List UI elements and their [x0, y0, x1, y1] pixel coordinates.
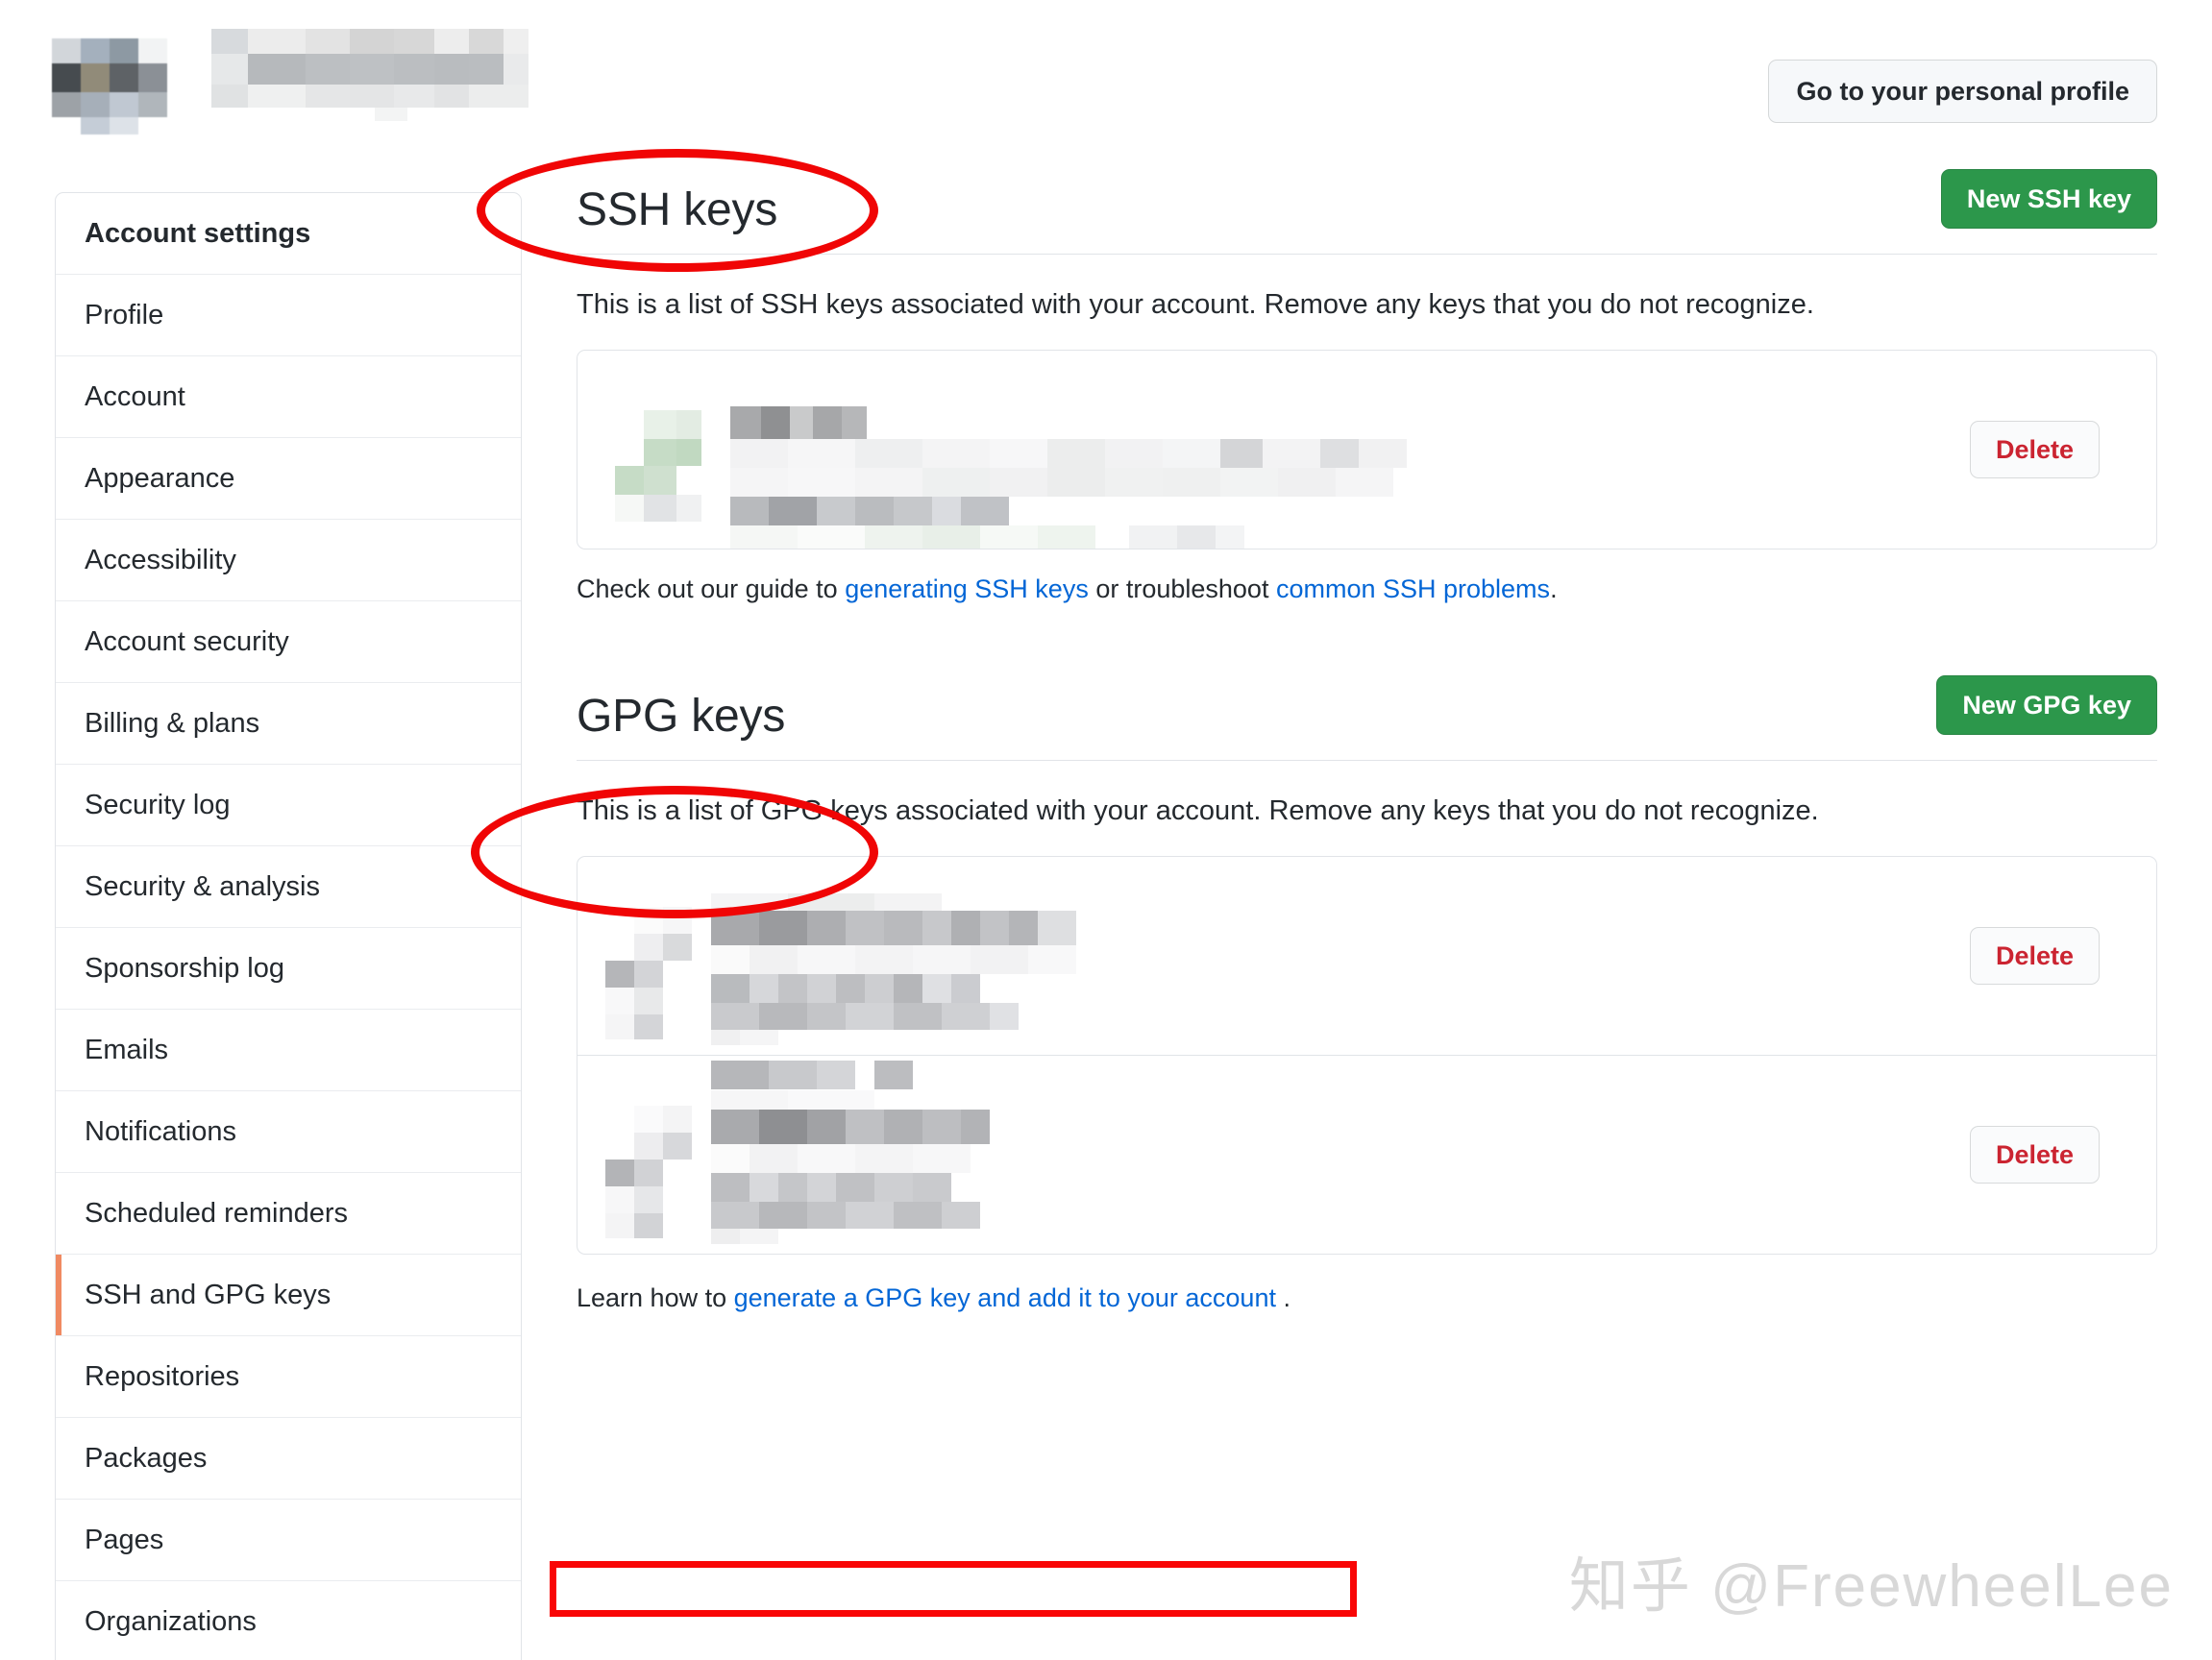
gpg-key-content-redacted [605, 1083, 1970, 1244]
generating-ssh-keys-link[interactable]: generating SSH keys [845, 574, 1089, 603]
delete-gpg-key-button[interactable]: Delete [1969, 927, 2100, 985]
sidebar-item-label: SSH and GPG keys [85, 1279, 332, 1310]
sidebar-item-pages[interactable]: Pages [56, 1500, 521, 1581]
watermark: 知乎 @FreewheelLee [1568, 1553, 2174, 1620]
gpg-footnote-prefix: Learn how to [577, 1283, 734, 1312]
sidebar-item-security-log[interactable]: Security log [56, 765, 521, 846]
delete-gpg-key-button[interactable]: Delete [1969, 1126, 2100, 1184]
gpg-footnote-suffix: . [1275, 1283, 1290, 1312]
ssh-key-row: Delete [578, 351, 2156, 549]
sidebar-item-scheduled-reminders[interactable]: Scheduled reminders [56, 1173, 521, 1255]
sidebar-item-label: Account settings [85, 217, 311, 249]
sidebar-item-label: Emails [85, 1034, 169, 1065]
sidebar-item-notifications[interactable]: Notifications [56, 1091, 521, 1173]
gpg-footnote-annotation-box [550, 1561, 1357, 1617]
ssh-keys-section-header: SSH keys New SSH key [577, 169, 2157, 255]
sidebar-item-label: Organizations [85, 1605, 257, 1637]
page-root: Go to your personal profile Account sett… [0, 0, 2212, 1660]
page-header: Go to your personal profile [0, 0, 2212, 134]
gpg-keys-section-header: GPG keys New GPG key [577, 675, 2157, 761]
sidebar-item-label: Packages [85, 1442, 208, 1474]
sidebar-item-label: Billing & plans [85, 707, 260, 739]
sidebar-item-label: Appearance [85, 462, 235, 494]
sidebar-item-packages[interactable]: Packages [56, 1418, 521, 1500]
ssh-key-content-redacted [610, 378, 1970, 549]
username[interactable] [211, 29, 528, 121]
gpg-key-row: Delete [578, 857, 2156, 1089]
gpg-key-row: Delete [578, 1055, 2156, 1254]
new-ssh-key-button[interactable]: New SSH key [1940, 169, 2157, 229]
gpg-key-content-redacted [605, 884, 1970, 1089]
sidebar-item-repositories[interactable]: Repositories [56, 1336, 521, 1418]
sidebar-item-label: Sponsorship log [85, 952, 284, 984]
go-to-personal-profile-button[interactable]: Go to your personal profile [1768, 60, 2157, 123]
ssh-keys-list: Delete [577, 350, 2157, 549]
sidebar-item-label: Notifications [85, 1115, 236, 1147]
sidebar-item-organizations[interactable]: Organizations [56, 1581, 521, 1660]
generate-gpg-key-link[interactable]: generate a GPG key and add it to your ac… [734, 1283, 1276, 1312]
ssh-footnote-suffix: . [1550, 574, 1558, 603]
ssh-keys-description: This is a list of SSH keys associated wi… [577, 289, 1814, 320]
sidebar-item-label: Scheduled reminders [85, 1197, 349, 1229]
sidebar-item-label: Repositories [85, 1360, 240, 1392]
settings-sidebar: Account settings Profile Account Appeara… [55, 192, 522, 1660]
ssh-footnote-prefix: Check out our guide to [577, 574, 846, 603]
sidebar-item-label: Pages [85, 1524, 164, 1555]
sidebar-item-account-security[interactable]: Account security [56, 601, 521, 683]
sidebar-item-account[interactable]: Account [56, 356, 521, 438]
sidebar-item-ssh-and-gpg-keys[interactable]: SSH and GPG keys [56, 1255, 521, 1336]
gpg-keys-description: This is a list of GPG keys associated wi… [577, 795, 1819, 826]
ssh-keys-footnote: Check out our guide to generating SSH ke… [577, 574, 2157, 604]
sidebar-item-emails[interactable]: Emails [56, 1010, 521, 1091]
sidebar-item-sponsorship-log[interactable]: Sponsorship log [56, 928, 521, 1010]
avatar[interactable] [52, 27, 167, 134]
sidebar-item-label: Profile [85, 299, 164, 330]
gpg-keys-title: GPG keys [577, 691, 786, 742]
ssh-keys-title: SSH keys [577, 184, 778, 235]
sidebar-item-security-and-analysis[interactable]: Security & analysis [56, 846, 521, 928]
sidebar-item-label: Accessibility [85, 544, 236, 575]
sidebar-item-profile[interactable]: Profile [56, 275, 521, 356]
common-ssh-problems-link[interactable]: common SSH problems [1276, 574, 1550, 603]
main-content: SSH keys New SSH key This is a list of S… [577, 169, 2157, 1313]
new-gpg-key-button[interactable]: New GPG key [1936, 675, 2157, 735]
sidebar-item-label: Security log [85, 789, 231, 820]
sidebar-item-billing-and-plans[interactable]: Billing & plans [56, 683, 521, 765]
gpg-keys-list: Delete Delete [577, 856, 2157, 1255]
sidebar-item-label: Account security [85, 625, 289, 657]
gpg-keys-footnote: Learn how to generate a GPG key and add … [577, 1283, 2157, 1313]
delete-ssh-key-button[interactable]: Delete [1969, 421, 2100, 478]
sidebar-item-account-settings: Account settings [56, 193, 521, 275]
sidebar-item-label: Security & analysis [85, 870, 320, 902]
ssh-footnote-middle: or troubleshoot [1088, 574, 1276, 603]
sidebar-item-label: Account [85, 380, 185, 412]
sidebar-item-appearance[interactable]: Appearance [56, 438, 521, 520]
sidebar-item-accessibility[interactable]: Accessibility [56, 520, 521, 601]
